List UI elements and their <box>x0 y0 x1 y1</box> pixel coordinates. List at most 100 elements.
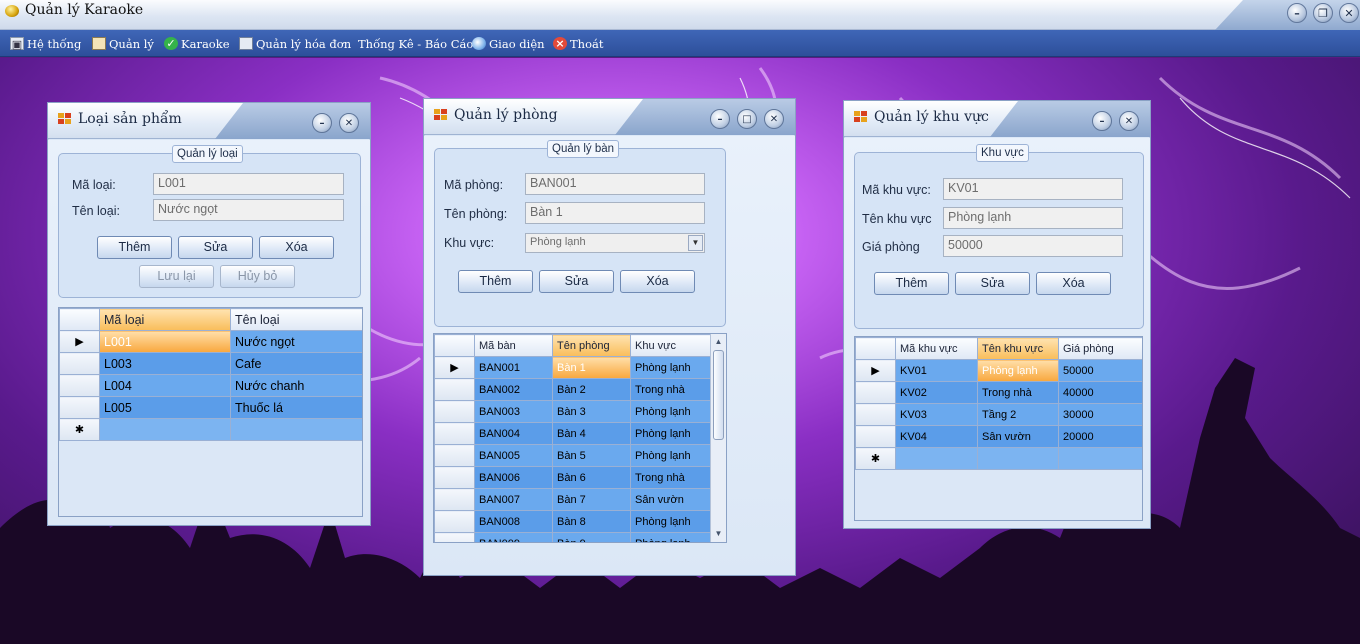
table-cell[interactable]: Bàn 9 <box>552 532 631 542</box>
menu-karaoke[interactable]: ✓ Karaoke <box>164 35 230 52</box>
table-row[interactable]: L005 Thuốc lá <box>59 396 362 419</box>
menu-appearance[interactable]: Giao diện <box>472 35 545 52</box>
row-header[interactable] <box>855 381 896 404</box>
save-button[interactable]: Lưu lại <box>139 265 214 288</box>
table-row[interactable]: BAN009 Bàn 9 Phòng lạnh <box>434 532 711 542</box>
current-row-marker[interactable]: ▶ <box>855 359 896 382</box>
table-row[interactable]: BAN008 Bàn 8 Phòng lạnh <box>434 510 711 533</box>
row-header[interactable] <box>59 396 100 419</box>
table-row[interactable]: BAN006 Bàn 6 Trong nhà <box>434 466 711 489</box>
grid-corner[interactable] <box>434 334 475 357</box>
new-row[interactable]: ✱ <box>59 418 362 441</box>
table-row[interactable]: L004 Nước chanh <box>59 374 362 397</box>
table-row[interactable]: ▶ KV01 Phòng lạnh 50000 <box>855 359 1142 382</box>
table-row[interactable]: BAN004 Bàn 4 Phòng lạnh <box>434 422 711 445</box>
table-cell[interactable]: Trong nhà <box>630 378 711 401</box>
table-cell[interactable]: BAN008 <box>474 510 553 533</box>
table-cell[interactable]: KV04 <box>895 425 978 448</box>
table-cell[interactable]: KV01 <box>895 359 978 382</box>
table-cell[interactable]: Bàn 5 <box>552 444 631 467</box>
table-cell[interactable]: Bàn 6 <box>552 466 631 489</box>
table-cell[interactable]: 50000 <box>1058 359 1142 382</box>
name-input[interactable]: Phòng lạnh <box>943 207 1123 229</box>
table-cell[interactable]: L001 <box>99 330 231 353</box>
current-row-marker[interactable]: ▶ <box>434 356 475 379</box>
table-cell[interactable]: BAN002 <box>474 378 553 401</box>
column-header[interactable]: Tên loại <box>230 308 362 331</box>
row-header[interactable] <box>59 352 100 375</box>
table-cell[interactable]: Cafe <box>230 352 362 375</box>
table-cell[interactable]: Bàn 3 <box>552 400 631 423</box>
name-input[interactable]: Bàn 1 <box>525 202 705 224</box>
table-cell[interactable]: Phòng lạnh <box>630 444 711 467</box>
row-header[interactable] <box>434 466 475 489</box>
table-row[interactable]: BAN003 Bàn 3 Phòng lạnh <box>434 400 711 423</box>
close-icon[interactable]: ✕ <box>1119 111 1139 131</box>
menu-invoices[interactable]: Quản lý hóa đơn <box>239 35 351 52</box>
table-cell[interactable]: KV03 <box>895 403 978 426</box>
table-cell[interactable]: BAN001 <box>474 356 553 379</box>
table-cell[interactable]: Sân vườn <box>977 425 1059 448</box>
column-header[interactable]: Mã bàn <box>474 334 553 357</box>
minimize-icon[interactable]: – <box>1287 3 1307 23</box>
delete-button[interactable]: Xóa <box>1036 272 1111 295</box>
table-cell[interactable]: L003 <box>99 352 231 375</box>
table-cell[interactable]: Nước chanh <box>230 374 362 397</box>
area-select[interactable]: Phòng lạnh ▼ <box>525 233 705 253</box>
table-cell[interactable]: KV02 <box>895 381 978 404</box>
column-header[interactable]: Tên khu vực <box>977 337 1059 360</box>
table-cell[interactable]: Bàn 7 <box>552 488 631 511</box>
table-cell[interactable] <box>230 418 362 441</box>
table-cell[interactable]: Phòng lạnh <box>630 532 711 542</box>
column-header[interactable]: Mã loại <box>99 308 231 331</box>
current-row-marker[interactable]: ▶ <box>59 330 100 353</box>
new-row-marker[interactable]: ✱ <box>59 418 100 441</box>
table-cell[interactable]: Thuốc lá <box>230 396 362 419</box>
maximize-icon[interactable]: □ <box>737 109 757 129</box>
row-header[interactable] <box>59 374 100 397</box>
new-row-marker[interactable]: ✱ <box>855 447 896 470</box>
column-header[interactable]: Mã khu vực <box>895 337 978 360</box>
column-header[interactable]: Giá phòng <box>1058 337 1142 360</box>
row-header[interactable] <box>855 425 896 448</box>
grid-corner[interactable] <box>59 308 100 331</box>
vertical-scrollbar[interactable]: ▲ ▼ <box>710 334 726 542</box>
chevron-down-icon[interactable]: ▼ <box>688 235 703 251</box>
scroll-up-icon[interactable]: ▲ <box>711 335 726 349</box>
menu-exit[interactable]: × Thoát <box>553 35 603 52</box>
table-cell[interactable]: BAN007 <box>474 488 553 511</box>
minimize-icon[interactable]: – <box>710 109 730 129</box>
table-row[interactable]: KV02 Trong nhà 40000 <box>855 381 1142 404</box>
code-input[interactable]: BAN001 <box>525 173 705 195</box>
table-cell[interactable]: L004 <box>99 374 231 397</box>
row-header[interactable] <box>434 422 475 445</box>
room-grid[interactable]: Mã bàn Tên phòng Khu vực ▶ BAN001 Bàn 1 … <box>433 333 727 543</box>
table-row[interactable]: KV04 Sân vườn 20000 <box>855 425 1142 448</box>
code-input[interactable]: KV01 <box>943 178 1123 200</box>
table-cell[interactable]: BAN004 <box>474 422 553 445</box>
table-cell[interactable]: L005 <box>99 396 231 419</box>
table-cell[interactable]: BAN009 <box>474 532 553 542</box>
table-cell[interactable] <box>895 447 978 470</box>
table-row[interactable]: BAN005 Bàn 5 Phòng lạnh <box>434 444 711 467</box>
close-icon[interactable]: ✕ <box>1339 3 1359 23</box>
row-header[interactable] <box>434 488 475 511</box>
add-button[interactable]: Thêm <box>874 272 949 295</box>
table-cell[interactable]: Trong nhà <box>977 381 1059 404</box>
table-row[interactable]: KV03 Tầng 2 30000 <box>855 403 1142 426</box>
table-cell[interactable]: Bàn 8 <box>552 510 631 533</box>
table-cell[interactable]: Bàn 2 <box>552 378 631 401</box>
table-cell[interactable] <box>99 418 231 441</box>
edit-button[interactable]: Sửa <box>539 270 614 293</box>
row-header[interactable] <box>434 378 475 401</box>
grid-corner[interactable] <box>855 337 896 360</box>
minimize-icon[interactable]: – <box>312 113 332 133</box>
table-cell[interactable]: BAN003 <box>474 400 553 423</box>
new-row[interactable]: ✱ <box>855 447 1142 470</box>
add-button[interactable]: Thêm <box>458 270 533 293</box>
scroll-down-icon[interactable]: ▼ <box>711 527 726 541</box>
table-row[interactable]: L003 Cafe <box>59 352 362 375</box>
table-cell[interactable]: 20000 <box>1058 425 1142 448</box>
delete-button[interactable]: Xóa <box>259 236 334 259</box>
edit-button[interactable]: Sửa <box>955 272 1030 295</box>
